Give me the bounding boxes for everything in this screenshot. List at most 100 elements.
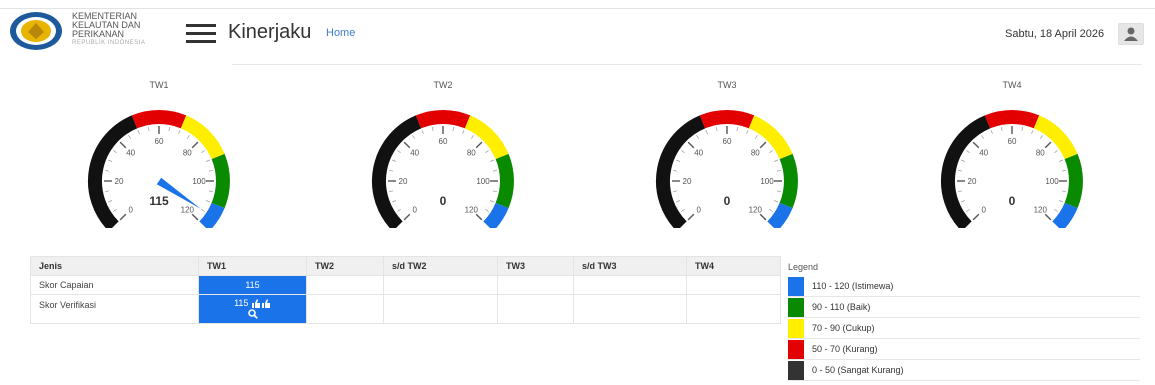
skor-verifikasi-tw1[interactable]: 115 — [198, 294, 307, 324]
gauge-tick — [389, 169, 394, 172]
gauge-tick — [403, 213, 411, 221]
gauge-tick — [485, 150, 489, 153]
gauge-tick — [492, 169, 497, 172]
gauge-tick — [972, 213, 980, 221]
gauge-tick — [1044, 141, 1052, 149]
menu-toggle-button[interactable] — [186, 24, 216, 44]
legend-item: 0 - 50 (Sangat Kurang) — [788, 360, 1140, 381]
col-header-sd-tw2: s/d TW2 — [383, 256, 498, 276]
legend-swatch — [788, 340, 804, 359]
gauge-tick — [966, 150, 970, 153]
gauge-tick — [1061, 169, 1066, 172]
gauge-tick — [966, 209, 970, 212]
gauge-tick — [191, 141, 199, 149]
table-header-row: Jenis TW1 TW2 s/d TW2 TW3 s/d TW3 TW4 — [30, 256, 781, 276]
gauge-tick — [715, 127, 718, 132]
gauge-tick — [755, 135, 758, 139]
gauge-tick — [1040, 135, 1043, 139]
gauge-tick — [1031, 130, 1034, 135]
gauge-tick — [452, 127, 455, 132]
gauge-tw4: TW4 0 20 40 60 80 100 120 0 — [912, 78, 1112, 228]
gauge-band — [131, 110, 187, 129]
gauge-tick — [705, 130, 708, 135]
thumbs-up-icon[interactable] — [251, 298, 271, 308]
gauge-tick — [119, 213, 127, 221]
legend-label: 90 - 110 (Baik) — [812, 302, 871, 312]
gauge-band — [1052, 202, 1078, 228]
gauge-tw3: TW3 0 20 40 60 80 100 120 0 — [627, 78, 827, 228]
user-menu-button[interactable] — [1118, 23, 1144, 45]
gauge-tick-label: 120 — [465, 205, 479, 214]
gauge-tick — [113, 209, 117, 212]
gauge-tick-label: 120 — [1034, 205, 1048, 214]
gauge-tick-label: 60 — [723, 137, 732, 146]
legend-label: 0 - 50 (Sangat Kurang) — [812, 365, 904, 375]
header-divider — [232, 64, 1142, 65]
user-icon — [1124, 27, 1138, 41]
gauge-dial: 0 20 40 60 80 100 120 0 — [656, 110, 798, 228]
gauge-tick — [736, 127, 739, 132]
gauge-tick — [776, 169, 781, 172]
gauge-tick-label: 20 — [683, 177, 692, 186]
gauge-tick — [137, 130, 140, 135]
gauge-tick — [958, 190, 963, 193]
gauge-value: 0 — [440, 194, 447, 208]
legend-label: 50 - 70 (Kurang) — [812, 344, 878, 354]
legend-label: 110 - 120 (Istimewa) — [812, 281, 894, 291]
legend-label: 70 - 90 (Cukup) — [812, 323, 875, 333]
home-link[interactable]: Home — [326, 27, 355, 39]
table-cell — [573, 294, 687, 324]
gauge-tick — [128, 135, 131, 139]
search-icon[interactable] — [247, 308, 258, 319]
table-cell — [383, 275, 498, 295]
score-table: Jenis TW1 TW2 s/d TW2 TW3 s/d TW3 TW4 Sk… — [30, 256, 781, 324]
gauge-band — [199, 202, 225, 228]
gauge-tick — [1058, 159, 1063, 162]
gauge-tick — [773, 200, 778, 203]
table-cell — [497, 294, 574, 324]
legend-item: 110 - 120 (Istimewa) — [788, 276, 1140, 297]
gauge-tick — [492, 190, 497, 193]
skor-capaian-tw1[interactable]: 115 — [198, 275, 307, 295]
gauge-tick — [489, 200, 494, 203]
gauge-tick — [687, 141, 695, 149]
gauge-band — [415, 110, 471, 129]
gauge-tick-label: 0 — [981, 205, 986, 214]
gauge-band — [779, 153, 798, 209]
legend-swatch — [788, 319, 804, 338]
gauge-tick-label: 40 — [410, 149, 419, 158]
gauge-dial: 0 20 40 60 80 100 120 0 — [941, 110, 1083, 228]
gauge-tick-label: 0 — [412, 205, 417, 214]
gauge-tick — [759, 141, 767, 149]
col-header-tw2: TW2 — [306, 256, 384, 276]
row-label-skor-capaian: Skor Capaian — [30, 275, 199, 295]
gauge-tick — [673, 190, 678, 193]
gauge-band — [984, 110, 1040, 129]
gauge-tick — [773, 159, 778, 162]
gauge-tick — [676, 159, 681, 162]
gauge-tick-label: 100 — [192, 177, 206, 186]
gauge-tick-label: 0 — [128, 205, 133, 214]
gauge-tick — [1054, 209, 1058, 212]
gauge-tick — [113, 150, 117, 153]
gauge-tick — [981, 135, 984, 139]
gauge-tick — [759, 213, 767, 221]
hamburger-icon-bar — [186, 40, 216, 43]
gauge-tick-label: 40 — [126, 149, 135, 158]
gauge-tick — [1061, 190, 1066, 193]
gauge-tick — [397, 150, 401, 153]
gauge-tick — [485, 209, 489, 212]
gauge-band — [699, 110, 755, 129]
gauge-tick — [201, 209, 205, 212]
legend-swatch — [788, 277, 804, 296]
gauge-tick — [108, 200, 113, 203]
gauge-tick-label: 80 — [751, 149, 760, 158]
gauge-tw1: TW1 0 20 40 60 80 100 120 115 — [59, 78, 259, 228]
table-row: Skor Capaian 115 — [30, 275, 781, 295]
gauge-tick — [421, 130, 424, 135]
gauge-tick — [403, 141, 411, 149]
gauge-tick-label: 80 — [467, 149, 476, 158]
gauge-tick — [746, 130, 749, 135]
gauge-tick — [769, 209, 773, 212]
col-header-tw4: TW4 — [686, 256, 781, 276]
